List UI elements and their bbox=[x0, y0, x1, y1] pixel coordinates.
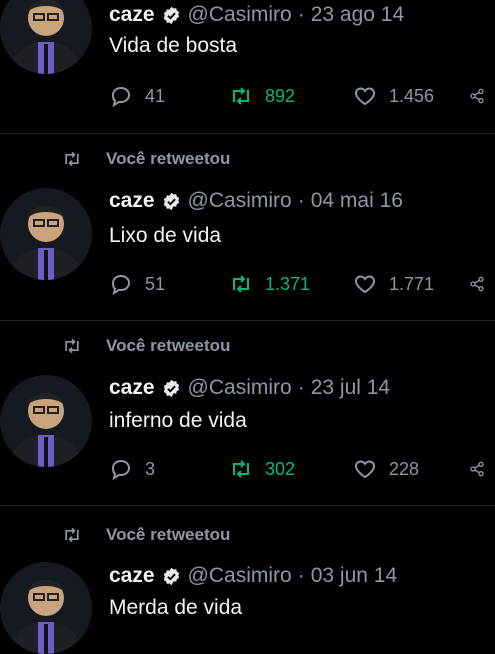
avatar[interactable] bbox=[0, 375, 92, 467]
tweet-header: caze @Casimiro · 23 jul 14 bbox=[109, 375, 390, 401]
reply-icon bbox=[111, 274, 131, 296]
tweet-actions: 41 892 1.456 bbox=[109, 81, 495, 111]
retweet-button[interactable]: 302 bbox=[229, 454, 295, 484]
share-icon bbox=[470, 461, 484, 477]
tweet-header: caze @Casimiro · 23 ago 14 bbox=[109, 2, 404, 28]
tweet-actions: 3 302 228 bbox=[109, 454, 495, 484]
retweet-icon bbox=[233, 460, 249, 478]
author-name[interactable]: caze bbox=[109, 564, 155, 588]
verified-badge-icon bbox=[163, 567, 179, 585]
avatar[interactable] bbox=[0, 0, 92, 74]
separator-dot: · bbox=[297, 376, 305, 399]
like-button[interactable]: 1.771 bbox=[353, 269, 434, 299]
share-button[interactable] bbox=[469, 269, 495, 299]
retweet-small-icon bbox=[65, 151, 79, 167]
author-handle[interactable]: @Casimiro bbox=[188, 189, 292, 213]
retweet-button[interactable]: 1.371 bbox=[229, 269, 310, 299]
retweet-small-icon bbox=[65, 338, 79, 354]
author-name[interactable]: caze bbox=[109, 189, 155, 213]
tweet-date[interactable]: 23 ago 14 bbox=[311, 3, 404, 27]
share-icon bbox=[470, 88, 484, 104]
divider bbox=[0, 505, 495, 506]
avatar[interactable] bbox=[0, 188, 92, 280]
tweet-header: caze @Casimiro · 03 jun 14 bbox=[109, 563, 397, 589]
retweet-count: 1.371 bbox=[265, 273, 311, 294]
retweet-indicator: Você retweetou bbox=[62, 335, 230, 357]
reply-icon bbox=[111, 459, 131, 481]
heart-icon bbox=[355, 87, 375, 106]
author-handle[interactable]: @Casimiro bbox=[188, 376, 292, 400]
reply-button[interactable]: 3 bbox=[109, 454, 155, 484]
tweet-date[interactable]: 23 jul 14 bbox=[311, 376, 390, 400]
reply-count: 51 bbox=[145, 273, 166, 294]
tweet-text: inferno de vida bbox=[109, 409, 247, 432]
reply-icon bbox=[111, 86, 131, 108]
separator-dot: · bbox=[297, 189, 305, 212]
author-handle[interactable]: @Casimiro bbox=[188, 3, 292, 27]
tweet-date[interactable]: 03 jun 14 bbox=[311, 564, 397, 588]
heart-icon bbox=[355, 275, 375, 294]
tweet-actions: 51 1.371 1.771 bbox=[109, 269, 495, 299]
verified-badge-icon bbox=[163, 6, 179, 24]
reply-button[interactable]: 41 bbox=[109, 81, 165, 111]
retweet-indicator: Você retweetou bbox=[62, 148, 230, 170]
divider bbox=[0, 320, 495, 321]
divider bbox=[0, 133, 495, 134]
retweet-button[interactable]: 892 bbox=[229, 81, 295, 111]
retweet-small-icon bbox=[65, 527, 79, 543]
like-count: 1.771 bbox=[389, 273, 435, 294]
author-name[interactable]: caze bbox=[109, 376, 155, 400]
tweet-text: Merda de vida bbox=[109, 596, 243, 619]
like-button[interactable]: 228 bbox=[353, 454, 419, 484]
verified-badge-icon bbox=[163, 192, 179, 210]
retweet-icon bbox=[233, 275, 249, 293]
tweet-text: Vida de bosta bbox=[109, 34, 238, 57]
reply-count: 41 bbox=[145, 85, 166, 106]
share-icon bbox=[470, 276, 484, 292]
author-name[interactable]: caze bbox=[109, 3, 155, 27]
separator-dot: · bbox=[297, 3, 305, 26]
retweet-indicator: Você retweetou bbox=[62, 524, 230, 546]
avatar[interactable] bbox=[0, 562, 92, 654]
like-count: 1.456 bbox=[389, 85, 435, 106]
retweet-label: Você retweetou bbox=[106, 149, 231, 168]
like-button[interactable]: 1.456 bbox=[353, 81, 434, 111]
share-button[interactable] bbox=[469, 454, 495, 484]
retweet-label: Você retweetou bbox=[106, 336, 231, 355]
tweet-date[interactable]: 04 mai 16 bbox=[311, 189, 403, 213]
author-handle[interactable]: @Casimiro bbox=[188, 564, 292, 588]
separator-dot: · bbox=[297, 564, 305, 587]
retweet-label: Você retweetou bbox=[106, 525, 231, 544]
reply-button[interactable]: 51 bbox=[109, 269, 165, 299]
retweet-count: 892 bbox=[265, 85, 296, 106]
like-count: 228 bbox=[389, 458, 420, 479]
heart-icon bbox=[355, 460, 375, 479]
tweet-text: Lixo de vida bbox=[109, 224, 222, 247]
tweet-header: caze @Casimiro · 04 mai 16 bbox=[109, 188, 403, 214]
retweet-icon bbox=[233, 87, 249, 105]
reply-count: 3 bbox=[145, 458, 156, 479]
share-button[interactable] bbox=[469, 81, 495, 111]
retweet-count: 302 bbox=[265, 458, 296, 479]
verified-badge-icon bbox=[163, 379, 179, 397]
